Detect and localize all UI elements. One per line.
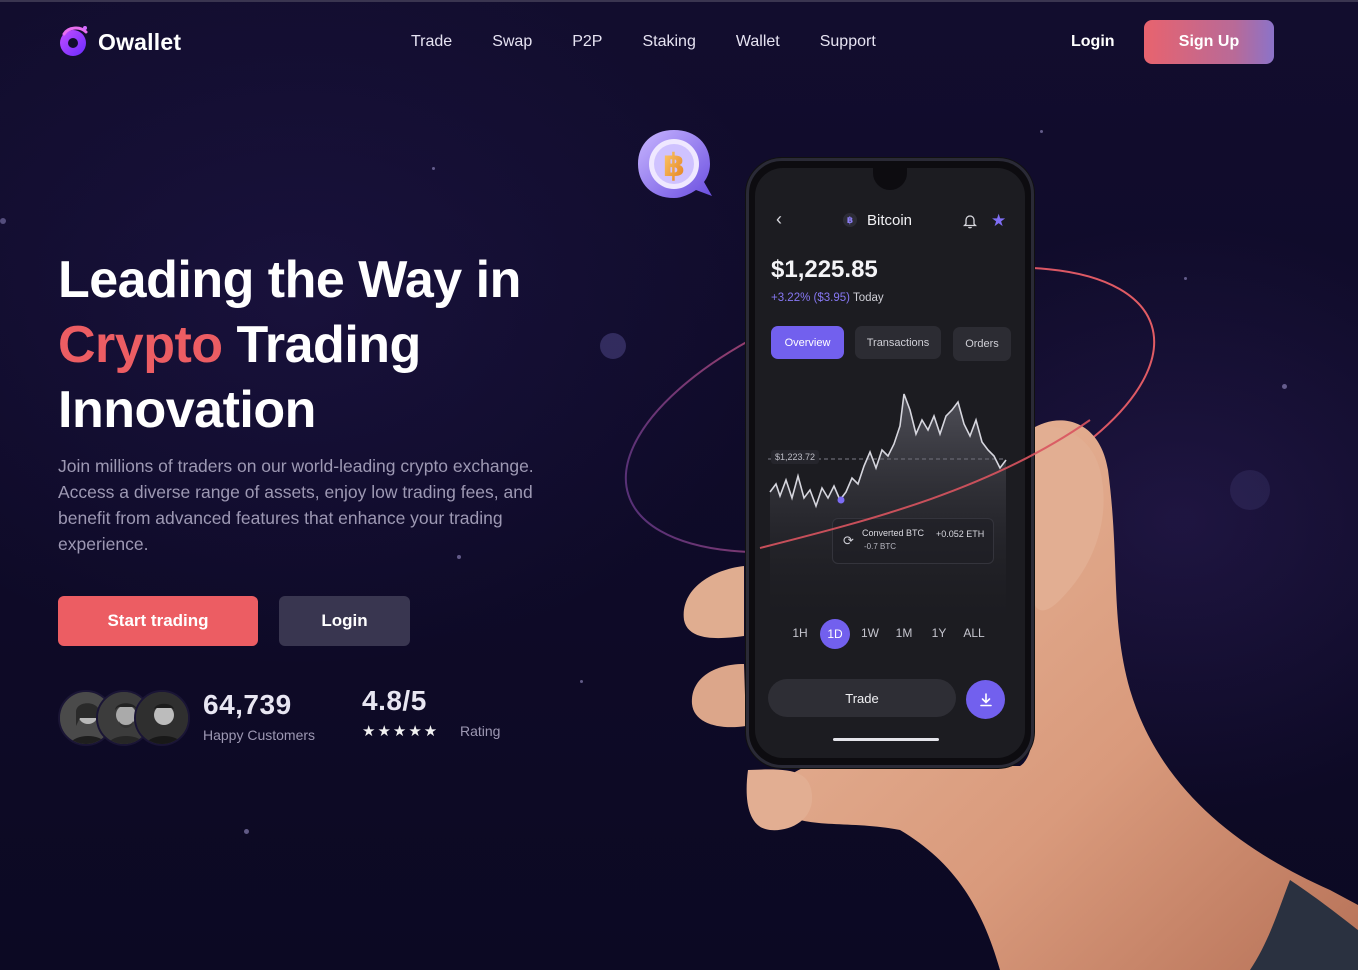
converted-amount: +0.052 ETH: [936, 529, 985, 539]
bitcoin-icon: ฿: [843, 213, 857, 227]
star-dot: [432, 167, 435, 170]
range-1y[interactable]: 1Y: [924, 626, 954, 640]
hero-title-line1: Leading the Way in: [58, 251, 521, 309]
range-all[interactable]: ALL: [959, 626, 989, 640]
favorite-star-icon[interactable]: ★: [991, 211, 1006, 231]
coin-price: $1,225.85: [771, 256, 878, 283]
hero-title-line3: Innovation: [58, 381, 316, 439]
price-area: [770, 394, 1006, 620]
hero-login-button[interactable]: Login: [279, 596, 410, 646]
main-nav: Trade Swap P2P Staking Wallet Support: [411, 33, 916, 51]
converted-label: Converted BTC: [862, 528, 925, 538]
range-1h[interactable]: 1H: [785, 626, 815, 640]
star-dot: [1282, 384, 1287, 389]
reference-price-tag: $1,223.72: [771, 450, 820, 464]
svg-text:฿: ฿: [663, 146, 685, 184]
header-login-link[interactable]: Login: [1071, 33, 1115, 51]
star-dot: [1184, 277, 1187, 280]
customer-avatars: [58, 690, 190, 748]
coin-name: Bitcoin: [867, 212, 913, 229]
star-dot: [580, 680, 583, 683]
nav-swap[interactable]: Swap: [492, 33, 532, 51]
rating-label: Rating: [460, 723, 501, 739]
customers-count: 64,739: [203, 689, 292, 720]
sleeve: [1250, 880, 1358, 970]
hero-title-accent: Crypto: [58, 316, 223, 374]
price-change-period: Today: [852, 292, 884, 304]
thumb: [1030, 426, 1104, 611]
refresh-icon: ⟳: [843, 533, 854, 548]
tab-transactions[interactable]: Transactions: [855, 326, 941, 359]
converted-card: [832, 518, 994, 564]
star-dot: [244, 829, 249, 834]
trade-button[interactable]: Trade: [768, 679, 956, 717]
price-change-value: +3.22% ($3.95): [771, 292, 850, 304]
hero-title-line2: Trading: [222, 316, 422, 374]
customers-label: Happy Customers: [203, 727, 316, 743]
logo-icon: [60, 26, 88, 56]
hero-description: Join millions of traders on our world-le…: [58, 456, 534, 554]
converted-sub: -0.7 BTC: [864, 542, 897, 551]
range-1w[interactable]: 1W: [855, 626, 885, 640]
finger: [691, 664, 746, 728]
nav-trade[interactable]: Trade: [411, 33, 452, 51]
nav-wallet[interactable]: Wallet: [736, 33, 780, 51]
rating-value: 4.8/5: [362, 685, 427, 716]
bokeh-dot: [600, 333, 626, 359]
range-1d[interactable]: 1D: [820, 619, 850, 649]
brand-logo[interactable]: Owallet: [58, 24, 181, 60]
start-trading-button[interactable]: Start trading: [58, 596, 258, 646]
download-icon[interactable]: [966, 680, 1005, 719]
avatar: [134, 690, 190, 746]
price-marker: [837, 496, 845, 504]
tab-overview[interactable]: Overview: [771, 326, 844, 359]
brand-name: Owallet: [98, 28, 182, 55]
star-dot: [0, 218, 6, 224]
price-change: +3.22% ($3.95) Today: [771, 292, 884, 304]
price-chart: [768, 393, 1007, 620]
finger: [746, 769, 813, 831]
nav-staking[interactable]: Staking: [642, 33, 695, 51]
bokeh-dot: [1230, 470, 1270, 510]
nav-p2p[interactable]: P2P: [572, 33, 602, 51]
range-1m[interactable]: 1M: [889, 626, 919, 640]
bitcoin-badge-icon: ฿: [638, 130, 712, 198]
bell-icon[interactable]: [963, 214, 977, 229]
hero-title: Leading the Way in Crypto Trading Innova…: [58, 248, 521, 443]
back-chevron-icon[interactable]: ‹: [776, 209, 782, 230]
star-dot: [1040, 130, 1043, 133]
top-border: [0, 0, 1358, 2]
signup-button[interactable]: Sign Up: [1144, 20, 1274, 64]
nav-support[interactable]: Support: [820, 33, 876, 51]
tab-orders[interactable]: Orders: [953, 327, 1011, 361]
home-indicator: [833, 738, 939, 741]
rating-stars: ★★★★★: [362, 723, 440, 740]
finger: [683, 566, 744, 639]
